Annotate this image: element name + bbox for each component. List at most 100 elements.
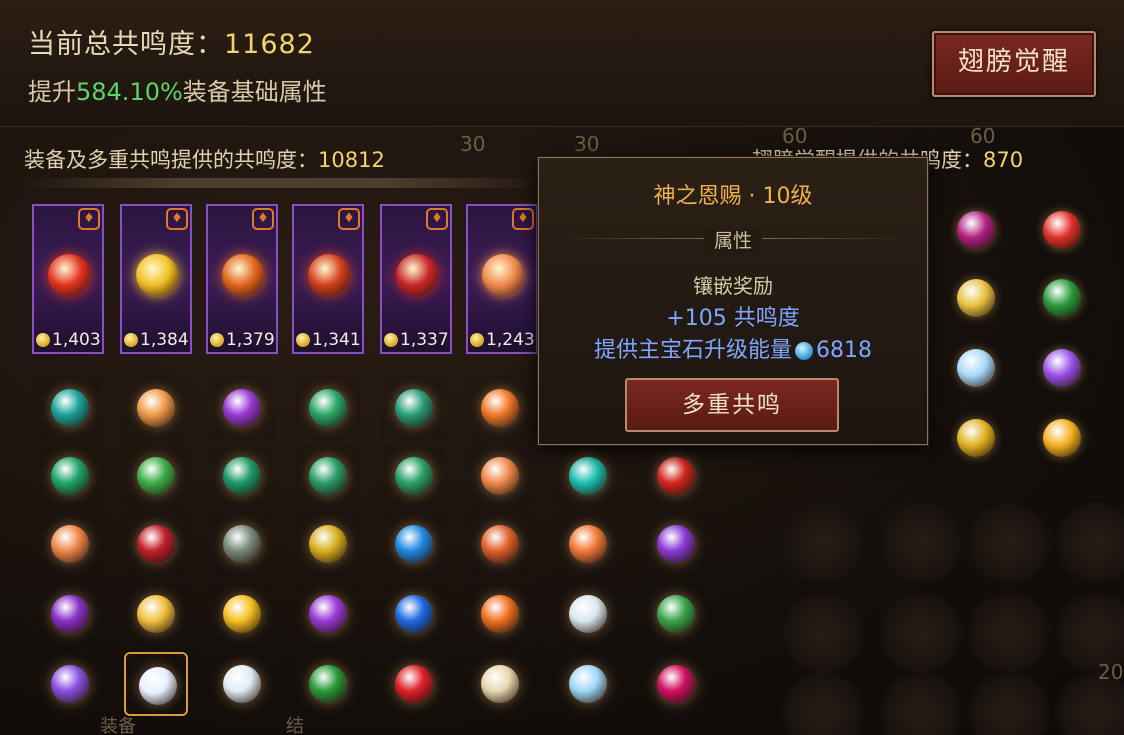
wing-gem-slot[interactable]	[944, 406, 1008, 470]
tab-other[interactable]: 结	[286, 712, 304, 735]
gem-slot[interactable]	[38, 376, 102, 440]
gem-slot[interactable]	[210, 652, 274, 716]
gem-slot[interactable]	[124, 582, 188, 646]
equipment-value-text: 1,341	[312, 330, 361, 350]
equipment-card[interactable]: ♦ 1,384	[120, 204, 192, 354]
gem-slot[interactable]	[382, 652, 446, 716]
empty-socket[interactable]	[780, 500, 866, 586]
gem-slot[interactable]	[296, 582, 360, 646]
equipment-card[interactable]: ♦ 1,243	[466, 204, 538, 354]
gem-slot[interactable]	[210, 444, 274, 508]
lock-icon: ♦	[512, 208, 534, 230]
wing-gem-slot[interactable]	[1030, 266, 1094, 330]
gem-slot[interactable]	[468, 444, 532, 508]
empty-socket[interactable]	[966, 500, 1052, 586]
gem-slot[interactable]	[210, 512, 274, 576]
gem-slot[interactable]	[124, 512, 188, 576]
equipment-value-text: 1,384	[140, 330, 189, 350]
tooltip-section: 属性	[539, 226, 927, 253]
gem-slot[interactable]	[124, 652, 188, 716]
gem-icon	[136, 254, 178, 296]
gem-slot[interactable]	[124, 444, 188, 508]
gem-slot[interactable]	[382, 376, 446, 440]
boost-prefix: 提升	[28, 78, 76, 106]
empty-socket[interactable]	[878, 590, 964, 676]
energy-label: 提供主宝石升级能量	[593, 338, 792, 363]
gem-icon	[957, 279, 995, 317]
gem-slot[interactable]	[124, 376, 188, 440]
gem-icon	[223, 457, 261, 495]
gem-icon	[51, 525, 89, 563]
gem-icon	[957, 349, 995, 387]
gem-icon	[223, 389, 261, 427]
equipment-card[interactable]: ♦ 1,341	[292, 204, 364, 354]
empty-socket[interactable]	[780, 670, 866, 735]
wing-gem-slot[interactable]	[944, 198, 1008, 262]
gem-slot[interactable]	[556, 444, 620, 508]
gem-slot[interactable]	[38, 444, 102, 508]
empty-socket[interactable]	[1054, 500, 1124, 586]
gem-slot[interactable]	[556, 652, 620, 716]
gem-slot[interactable]	[382, 582, 446, 646]
ghost-label: 30	[574, 132, 600, 156]
gem-slot[interactable]	[296, 652, 360, 716]
gem-icon	[51, 665, 89, 703]
gem-slot[interactable]	[644, 582, 708, 646]
tab-equipment[interactable]: 装备	[100, 712, 136, 735]
gem-slot[interactable]	[644, 652, 708, 716]
empty-socket[interactable]	[966, 670, 1052, 735]
gem-slot[interactable]	[296, 512, 360, 576]
equipment-resonance-value: 10812	[318, 148, 385, 172]
wing-gem-slot[interactable]	[944, 266, 1008, 330]
gem-icon	[223, 525, 261, 563]
gem-slot[interactable]	[556, 582, 620, 646]
gem-slot[interactable]	[468, 582, 532, 646]
multi-resonance-button[interactable]: 多重共鸣	[625, 378, 839, 432]
attribute-boost: 提升584.10%装备基础属性	[28, 72, 327, 107]
gem-slot[interactable]	[210, 376, 274, 440]
gem-slot[interactable]	[210, 582, 274, 646]
gem-slot[interactable]	[468, 376, 532, 440]
wing-awaken-button[interactable]: 翅膀觉醒	[932, 31, 1096, 97]
equipment-card[interactable]: ♦ 1,379	[206, 204, 278, 354]
energy-value: 6818	[816, 338, 872, 363]
total-resonance-value: 11682	[224, 29, 315, 60]
gem-icon	[957, 211, 995, 249]
gem-icon	[481, 457, 519, 495]
coin-icon	[470, 333, 484, 347]
gem-slot[interactable]	[38, 582, 102, 646]
equipment-card[interactable]: ♦ 1,403	[32, 204, 104, 354]
gem-icon	[51, 595, 89, 633]
gem-slot[interactable]	[382, 444, 446, 508]
gem-slot[interactable]	[296, 376, 360, 440]
equipment-value-text: 1,337	[400, 330, 449, 350]
empty-socket[interactable]	[878, 500, 964, 586]
gem-icon	[481, 525, 519, 563]
equipment-resonance-value: 1,384	[124, 330, 189, 350]
gem-slot[interactable]	[38, 652, 102, 716]
gem-slot[interactable]	[382, 512, 446, 576]
gem-slot[interactable]	[468, 512, 532, 576]
equipment-value-text: 1,403	[52, 330, 101, 350]
gem-slot[interactable]	[38, 512, 102, 576]
energy-icon	[795, 342, 813, 360]
wing-gem-slot[interactable]	[944, 336, 1008, 400]
gem-slot[interactable]	[644, 512, 708, 576]
header: 当前总共鸣度：11682 提升584.10%装备基础属性 翅膀觉醒	[0, 0, 1124, 127]
lock-icon: ♦	[78, 208, 100, 230]
empty-socket[interactable]	[780, 590, 866, 676]
gem-icon	[957, 419, 995, 457]
wing-gem-slot[interactable]	[1030, 336, 1094, 400]
gem-tooltip: 神之恩赐 · 10级 属性 镶嵌奖励 +105 共鸣度 提供主宝石升级能量 681…	[538, 157, 928, 445]
wing-gem-slot[interactable]	[1030, 198, 1094, 262]
gem-slot[interactable]	[556, 512, 620, 576]
wing-gem-slot[interactable]	[1030, 406, 1094, 470]
gem-icon	[309, 595, 347, 633]
equipment-card[interactable]: ♦ 1,337	[380, 204, 452, 354]
gem-slot[interactable]	[296, 444, 360, 508]
gem-slot[interactable]	[468, 652, 532, 716]
empty-socket[interactable]	[878, 670, 964, 735]
gem-slot[interactable]	[644, 444, 708, 508]
boost-suffix: 装备基础属性	[182, 78, 327, 106]
empty-socket[interactable]	[966, 590, 1052, 676]
